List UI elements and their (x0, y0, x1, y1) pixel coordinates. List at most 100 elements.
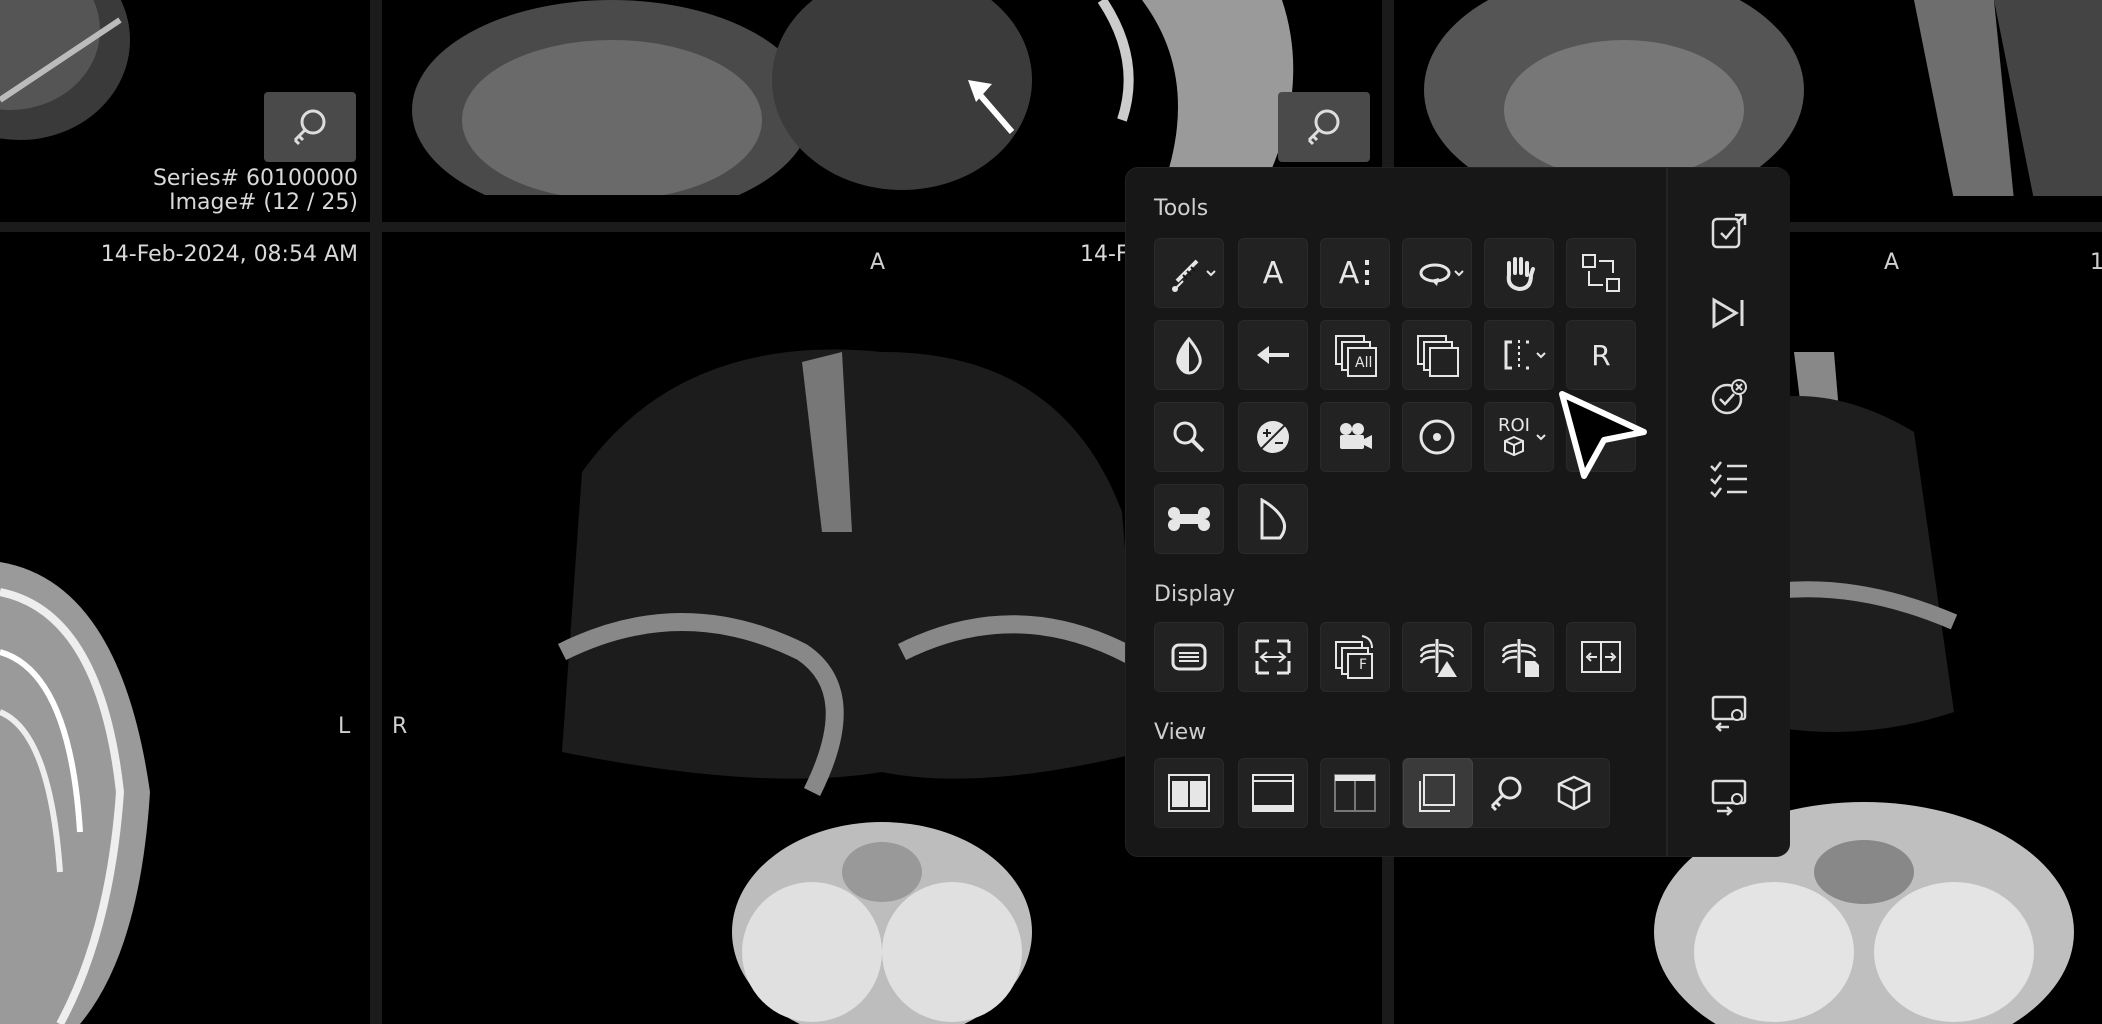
split-view-button[interactable] (1566, 622, 1636, 692)
search-icon (1173, 421, 1205, 453)
cine-tool-button[interactable] (1320, 402, 1390, 472)
invert-tool-button[interactable] (1238, 402, 1308, 472)
breast-icon (1260, 498, 1287, 540)
text-list-annotation-button[interactable]: A (1320, 238, 1390, 308)
monitor-settings-import-button[interactable] (1704, 688, 1754, 738)
text-annotation-icon: A (1262, 255, 1284, 291)
measure-tool-button[interactable] (1154, 238, 1224, 308)
orientation-label-right: L (338, 714, 351, 739)
orientation-label-top: A (870, 250, 886, 275)
plus-minus-circle-icon (1257, 421, 1289, 453)
study-date: 14-Feb-2024, 08:54 AM (100, 242, 358, 267)
layout-bottom-icon (1252, 774, 1294, 812)
ribcage-warning-icon (1419, 639, 1457, 677)
cube-icon (1557, 775, 1591, 811)
bone-icon (1168, 507, 1210, 531)
flip-tool-button[interactable] (1484, 320, 1554, 390)
view-mode-group (1402, 758, 1610, 828)
orientation-edge-partial: 1 (2090, 250, 2102, 275)
arrow-annotation[interactable] (962, 70, 1022, 140)
reference-lines-button[interactable] (1566, 238, 1636, 308)
viewport-bottom-left[interactable]: 14-Feb-2024, 08:54 AM L (0, 232, 370, 1024)
view-2d-button[interactable] (1403, 758, 1473, 828)
key-icon (293, 109, 326, 146)
text-annotation-button[interactable]: A (1238, 238, 1308, 308)
chest-report-button[interactable] (1484, 622, 1554, 692)
stack-flip-icon (1335, 635, 1373, 679)
all-label: All (1355, 355, 1373, 371)
layout-1x2-button[interactable] (1154, 758, 1224, 828)
image-number: Image# (12 / 25) (169, 190, 358, 215)
reset-label: R (1591, 338, 1611, 372)
rotate-tool-button[interactable] (1402, 238, 1472, 308)
skip-next-icon (1712, 297, 1744, 329)
monitor-settings-export-icon (1711, 779, 1747, 816)
reset-button[interactable]: R (1566, 320, 1636, 390)
roi-tool-button[interactable]: ROI (1484, 402, 1554, 472)
breast-tool-button[interactable] (1238, 484, 1308, 554)
tool-panel: Tools A A All R ROI Display F View (1126, 168, 1790, 856)
study-date-partial: 14-F (1080, 242, 1129, 267)
key-icon (1490, 776, 1522, 812)
overlay-text-icon (1171, 643, 1207, 671)
checklist-icon (1710, 461, 1747, 498)
export-check-button[interactable] (1704, 206, 1754, 256)
viewport-divider[interactable] (370, 0, 382, 1024)
flip-series-button[interactable]: F (1320, 622, 1390, 692)
cube-icon (1503, 435, 1524, 457)
pan-tool-button[interactable] (1484, 238, 1554, 308)
flip-label: F (1359, 657, 1368, 673)
clear-check-button[interactable] (1704, 372, 1754, 422)
display-overlay-button[interactable] (1154, 622, 1224, 692)
stack-icon (1417, 335, 1459, 377)
layout-top-bar-button[interactable] (1320, 758, 1390, 828)
chevron-down-icon (1454, 270, 1464, 277)
orientation-label-top-right: A (1884, 250, 1900, 275)
copy-layers-icon (1419, 774, 1455, 812)
ribcage-document-icon (1501, 639, 1539, 677)
crosshair-tool-button[interactable] (1402, 402, 1472, 472)
key-image-button[interactable] (264, 92, 356, 162)
arrow-left-icon (1257, 346, 1289, 364)
chevron-down-icon (1536, 352, 1546, 359)
roi-label: ROI (1498, 415, 1530, 436)
layout-top-icon (1334, 774, 1376, 812)
checklist-button[interactable] (1704, 454, 1754, 504)
dots-vertical-icon (1365, 260, 1370, 285)
hand-icon (1506, 257, 1535, 292)
apply-all-series-button[interactable]: All (1320, 320, 1390, 390)
rotate-icon (1419, 263, 1451, 286)
text-list-icon: A (1338, 255, 1360, 291)
key-icon (1307, 109, 1340, 146)
chevron-down-icon (1536, 434, 1546, 441)
section-label-display: Display (1154, 582, 1236, 607)
key-image-button-center[interactable] (1278, 92, 1370, 162)
view-3d-button[interactable] (1539, 758, 1609, 828)
check-export-icon (1711, 213, 1747, 249)
series-number: Series# 60100000 (152, 166, 358, 191)
tool-panel-sidebar (1666, 168, 1790, 856)
check-cancel-icon (1711, 379, 1747, 415)
viewport-top-left[interactable]: Series# 60100000 Image# (12 / 25) (0, 0, 370, 220)
video-camera-icon (1340, 423, 1372, 449)
flip-icon (1504, 340, 1532, 370)
stack-series-button[interactable] (1402, 320, 1472, 390)
monitor-settings-icon (1711, 695, 1747, 732)
key-image-view-button[interactable] (1471, 758, 1541, 828)
fit-screen-icon (1255, 639, 1291, 675)
zoom-tool-button[interactable] (1154, 402, 1224, 472)
fit-to-window-button[interactable] (1238, 622, 1308, 692)
contrast-drop-icon (1176, 336, 1202, 375)
bone-tool-button[interactable] (1154, 484, 1224, 554)
window-level-button[interactable] (1154, 320, 1224, 390)
layout-bottom-bar-button[interactable] (1238, 758, 1308, 828)
next-button[interactable] (1704, 288, 1754, 338)
chest-warning-button[interactable] (1402, 622, 1472, 692)
monitor-settings-export-button[interactable] (1704, 772, 1754, 822)
section-label-view: View (1154, 720, 1207, 745)
chevron-down-icon (1206, 270, 1216, 277)
arrow-annotation-button[interactable] (1238, 320, 1308, 390)
orientation-label-left: R (392, 714, 408, 739)
tool-panel-main: Tools A A All R ROI Display F View (1126, 168, 1666, 856)
layout-two-column-icon (1168, 774, 1210, 812)
